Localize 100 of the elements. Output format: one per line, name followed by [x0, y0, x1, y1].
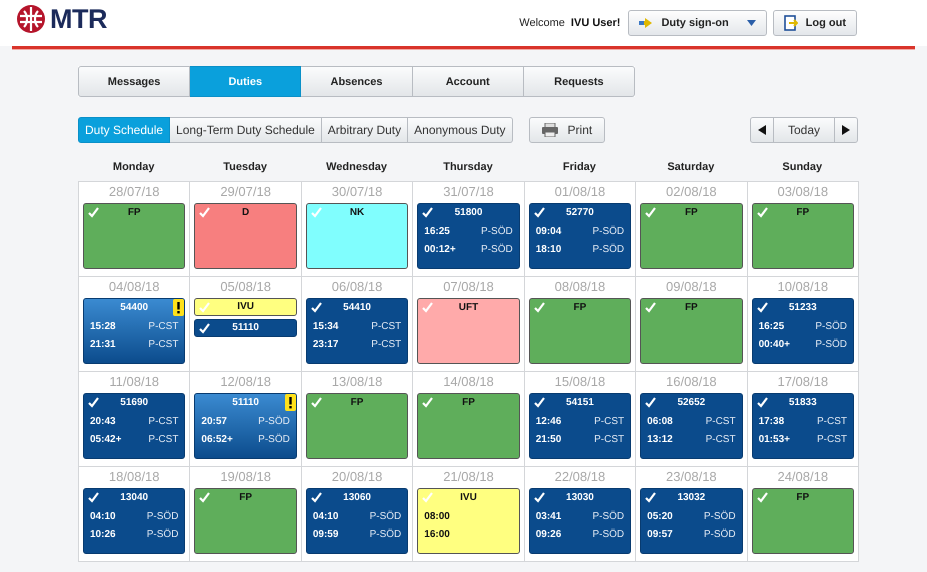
- duty-code: UFT: [458, 301, 478, 315]
- place-text: P-CST: [371, 320, 402, 333]
- duty-card[interactable]: 13032 05:20 P-SÖD 09:57 P-SÖD: [640, 488, 743, 554]
- time-text: 04:10: [312, 510, 338, 523]
- check-icon: [645, 397, 656, 408]
- tab[interactable]: Account: [412, 66, 524, 97]
- duty-code: 51110: [232, 321, 259, 335]
- place-text: P-SÖD: [481, 243, 513, 256]
- tab[interactable]: Absences: [301, 66, 413, 97]
- duty-card[interactable]: 51800 16:25 P-SÖD 00:12+ P-SÖD: [417, 203, 520, 269]
- place-text: P-CST: [371, 338, 402, 351]
- weekday-header: Thursday: [442, 161, 494, 175]
- absence-card[interactable]: FP: [417, 393, 520, 459]
- absence-card[interactable]: FP: [640, 298, 743, 364]
- duty-card[interactable]: 52770 09:04 P-SÖD 18:10 P-SÖD: [528, 203, 632, 269]
- duty-code: 51833: [788, 396, 817, 410]
- date-label: 15/08/18: [554, 373, 606, 390]
- absence-card[interactable]: IVU: [194, 298, 297, 316]
- date-label: 07/08/18: [442, 278, 495, 295]
- duty-sign-on-dropdown[interactable]: Duty sign-on: [628, 10, 767, 36]
- absence-card[interactable]: UFT: [417, 298, 520, 364]
- date-label: 18/08/18: [108, 468, 161, 485]
- duty-code: FP: [796, 206, 810, 220]
- date-label: 06/08/18: [330, 278, 384, 295]
- place-text: P-SÖD: [704, 528, 736, 541]
- place-text: P-CST: [706, 415, 736, 428]
- time-text: 03:41: [536, 510, 562, 523]
- subtab[interactable]: Anonymous Duty: [408, 117, 513, 143]
- date-label: 23/08/18: [665, 468, 718, 485]
- place-text: P-SÖD: [146, 528, 178, 541]
- duty-card[interactable]: 54151 12:46 P-CST 21:50 P-CST: [528, 393, 632, 459]
- check-icon: [422, 492, 434, 503]
- duty-card[interactable]: 52652 06:08 P-CST 13:12 P-CST: [640, 393, 743, 459]
- duty-code: FP: [128, 206, 141, 220]
- time-text: 20:57: [201, 415, 227, 428]
- absence-card[interactable]: NK: [306, 203, 408, 269]
- absence-card[interactable]: D: [194, 203, 297, 269]
- next-button[interactable]: [834, 117, 858, 143]
- absence-card[interactable]: FP: [306, 393, 408, 459]
- place-text: P-CST: [594, 433, 624, 446]
- absence-card[interactable]: IVU 08:00 16:00: [417, 488, 520, 554]
- duty-card[interactable]: 54400 15:28 P-CST 21:31 P-CST: [83, 298, 186, 364]
- duty-card[interactable]: 13060 04:10 P-SÖD 09:59 P-SÖD: [306, 488, 408, 554]
- tab[interactable]: Requests: [524, 66, 636, 97]
- place-text: P-SÖD: [592, 225, 624, 238]
- duty-code: D: [242, 206, 250, 220]
- date-label: 31/07/18: [442, 183, 495, 200]
- duty-card[interactable]: 51833 17:38 P-CST 01:53+ P-CST: [752, 393, 854, 459]
- place-text: P-SÖD: [592, 510, 624, 523]
- weekday-header: Sunday: [781, 161, 824, 175]
- place-text: P-SÖD: [815, 320, 847, 333]
- absence-card[interactable]: FP: [752, 203, 854, 269]
- duty-code: 51800: [454, 206, 482, 220]
- time-text: 16:25: [424, 225, 450, 238]
- duty-code: FP: [796, 491, 810, 505]
- absence-card[interactable]: FP: [83, 203, 186, 269]
- place-text: P-CST: [706, 433, 736, 446]
- time-text: 18:10: [536, 243, 562, 256]
- check-icon: [199, 302, 210, 313]
- right-arrow-icon: [842, 125, 850, 135]
- date-label: 29/07/18: [219, 183, 272, 200]
- time-text: 01:53+: [758, 433, 790, 446]
- check-icon: [422, 207, 434, 218]
- logout-button[interactable]: Log out: [772, 10, 857, 36]
- duty-code: 13040: [120, 491, 148, 505]
- duty-code: FP: [462, 396, 475, 410]
- duty-card[interactable]: 13030 03:41 P-SÖD 09:26 P-SÖD: [528, 488, 632, 554]
- subtab[interactable]: Arbitrary Duty: [322, 117, 408, 143]
- absence-card[interactable]: FP: [640, 203, 743, 269]
- absence-card[interactable]: FP: [528, 298, 632, 364]
- date-label: 11/08/18: [108, 373, 160, 390]
- duty-code: 52652: [677, 396, 706, 410]
- duty-code: FP: [239, 491, 252, 505]
- date-label: 21/08/18: [442, 468, 495, 485]
- previous-button[interactable]: [750, 117, 774, 143]
- logout-icon: [784, 15, 798, 31]
- print-button[interactable]: Print: [528, 117, 606, 143]
- subtab[interactable]: Long-Term Duty Schedule: [170, 117, 322, 143]
- today-button[interactable]: Today: [774, 117, 834, 143]
- duty-code: IVU: [460, 491, 477, 505]
- duty-card[interactable]: 54410 15:34 P-CST 23:17 P-CST: [306, 298, 408, 364]
- duty-card[interactable]: 13040 04:10 P-SÖD 10:26 P-SÖD: [83, 488, 186, 554]
- duty-card[interactable]: 51233 16:25 P-SÖD 00:40+ P-SÖD: [752, 298, 854, 364]
- place-text: P-CST: [594, 415, 624, 428]
- time-text: 05:20: [647, 510, 673, 523]
- weekday-header: Saturday: [666, 161, 716, 175]
- check-icon: [199, 323, 210, 334]
- check-icon: [199, 207, 210, 218]
- duty-card[interactable]: 51110: [194, 319, 297, 337]
- date-label: 19/08/18: [219, 468, 272, 485]
- time-text: 21:50: [536, 433, 562, 446]
- tab[interactable]: Messages: [78, 66, 190, 97]
- check-icon: [534, 397, 545, 408]
- date-label: 01/08/18: [554, 183, 606, 200]
- absence-card[interactable]: FP: [194, 488, 297, 554]
- duty-card[interactable]: 51110 20:57 P-SÖD 06:52+ P-SÖD: [194, 393, 297, 459]
- time-text: 12:46: [536, 415, 562, 428]
- duty-code: FP: [684, 206, 698, 220]
- absence-card[interactable]: FP: [752, 488, 854, 554]
- duty-card[interactable]: 51690 20:43 P-CST 05:42+ P-CST: [83, 393, 186, 459]
